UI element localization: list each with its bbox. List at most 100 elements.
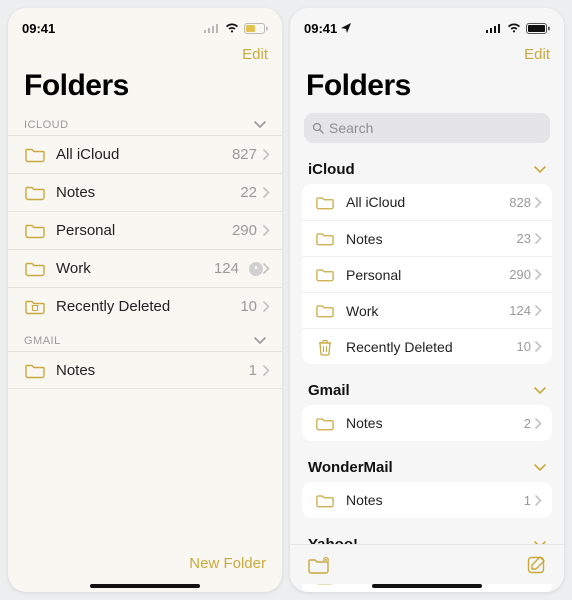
compose-button[interactable] xyxy=(526,555,546,575)
navbar: Edit xyxy=(8,42,282,69)
folder-row[interactable]: Recently Deleted10 xyxy=(302,328,552,364)
status-time: 09:41 xyxy=(22,21,55,36)
folder-groups[interactable]: iCloudAll iCloud828Notes23Personal290Wor… xyxy=(290,153,564,592)
folder-count: 2 xyxy=(524,416,531,431)
group-card: Notes1 xyxy=(302,482,552,518)
folder-row[interactable]: Work124 xyxy=(302,292,552,328)
folder-label: Notes xyxy=(346,492,524,508)
folder-row[interactable]: Notes23 xyxy=(302,220,552,256)
home-indicator xyxy=(90,584,200,588)
folder-label: Recently Deleted xyxy=(56,298,240,315)
cellular-icon xyxy=(204,23,220,33)
folder-label: Notes xyxy=(346,231,517,247)
chevron-right-icon xyxy=(263,225,270,236)
folder-row[interactable]: Notes1 xyxy=(8,351,282,389)
chevron-right-icon xyxy=(535,418,542,429)
trash-icon xyxy=(314,338,336,356)
search-icon xyxy=(312,122,324,134)
chevron-down-icon xyxy=(534,166,546,174)
account-group: WonderMail Notes1 xyxy=(302,451,552,518)
phone-right: 09:41 Edit Folders xyxy=(290,8,564,592)
section-title: ICLOUD xyxy=(24,119,69,131)
folder-icon xyxy=(314,231,336,246)
chevron-right-icon xyxy=(263,263,270,274)
folder-row[interactable]: All iCloud828 xyxy=(302,184,552,220)
battery-icon xyxy=(244,23,268,34)
group-header[interactable]: iCloud xyxy=(302,153,552,184)
folder-label: All iCloud xyxy=(346,194,509,210)
group-header[interactable]: Gmail xyxy=(302,374,552,405)
folder-row[interactable]: Recently Deleted10 xyxy=(8,287,282,325)
folder-icon xyxy=(314,303,336,318)
folder-label: Work xyxy=(56,260,214,277)
folder-row[interactable]: Work124 • xyxy=(8,249,282,287)
folder-icon xyxy=(24,184,46,201)
trash-folder-icon xyxy=(24,298,46,315)
chevron-down-icon xyxy=(254,337,266,345)
group-title: WonderMail xyxy=(308,459,393,476)
folder-count: 1 xyxy=(524,493,531,508)
new-folder-button[interactable]: New Folder xyxy=(189,555,266,572)
folder-count: 828 xyxy=(509,195,531,210)
navbar: Edit xyxy=(290,42,564,69)
folder-row[interactable]: Personal290 xyxy=(8,211,282,249)
wifi-icon xyxy=(225,23,239,33)
home-indicator xyxy=(372,584,482,588)
folder-label: Work xyxy=(346,303,509,319)
folder-row[interactable]: Notes22 xyxy=(8,173,282,211)
group-header[interactable]: WonderMail xyxy=(302,451,552,482)
folder-count: 23 xyxy=(517,231,531,246)
folder-count: 827 xyxy=(232,146,257,163)
folder-row[interactable]: Personal290 xyxy=(302,256,552,292)
folder-count: 10 xyxy=(240,298,257,315)
chevron-right-icon xyxy=(263,149,270,160)
status-bar: 09:41 xyxy=(290,8,564,42)
folder-icon xyxy=(314,493,336,508)
chevron-right-icon xyxy=(535,341,542,352)
account-group: iCloudAll iCloud828Notes23Personal290Wor… xyxy=(302,153,552,364)
status-bar: 09:41 xyxy=(8,8,282,42)
phone-left: 09:41 Edit Folders ICLOUDAll iCloud827No… xyxy=(8,8,282,592)
chevron-right-icon xyxy=(535,305,542,316)
folder-list[interactable]: ICLOUDAll iCloud827Notes22Personal290Wor… xyxy=(8,109,282,592)
chevron-right-icon xyxy=(263,187,270,198)
folder-count: 22 xyxy=(240,184,257,201)
folder-label: Notes xyxy=(56,362,249,379)
edit-button[interactable]: Edit xyxy=(524,46,550,63)
status-icons xyxy=(486,23,550,34)
folder-count: 10 xyxy=(517,339,531,354)
folder-icon xyxy=(24,222,46,239)
folder-label: Notes xyxy=(56,184,240,201)
status-time: 09:41 xyxy=(304,21,337,36)
group-card: Notes2 xyxy=(302,405,552,441)
folder-row[interactable]: Notes1 xyxy=(302,482,552,518)
location-icon xyxy=(341,23,351,33)
folder-icon xyxy=(24,260,46,277)
section-header[interactable]: GMAIL xyxy=(8,325,282,351)
chevron-right-icon xyxy=(535,495,542,506)
folder-icon xyxy=(24,362,46,379)
folder-label: Personal xyxy=(56,222,232,239)
group-card: All iCloud828Notes23Personal290Work124Re… xyxy=(302,184,552,364)
folder-row[interactable]: Notes2 xyxy=(302,405,552,441)
chevron-down-icon xyxy=(534,387,546,395)
section-title: GMAIL xyxy=(24,335,61,347)
folder-label: Recently Deleted xyxy=(346,339,517,355)
folder-icon xyxy=(24,146,46,163)
folder-icon xyxy=(314,195,336,210)
folder-count: 124 xyxy=(214,260,239,277)
shared-indicator-icon: • xyxy=(249,262,263,276)
search-input[interactable]: Search xyxy=(304,113,550,143)
folder-label: All iCloud xyxy=(56,146,232,163)
folder-icon xyxy=(314,416,336,431)
edit-button[interactable]: Edit xyxy=(242,46,268,63)
folder-count: 290 xyxy=(509,267,531,282)
wifi-icon xyxy=(507,23,521,33)
chevron-down-icon xyxy=(254,121,266,129)
new-folder-button[interactable] xyxy=(308,556,330,574)
folder-icon xyxy=(314,267,336,282)
account-group: GmailNotes2 xyxy=(302,374,552,441)
chevron-down-icon xyxy=(534,464,546,472)
folder-row[interactable]: All iCloud827 xyxy=(8,135,282,173)
section-header[interactable]: ICLOUD xyxy=(8,109,282,135)
